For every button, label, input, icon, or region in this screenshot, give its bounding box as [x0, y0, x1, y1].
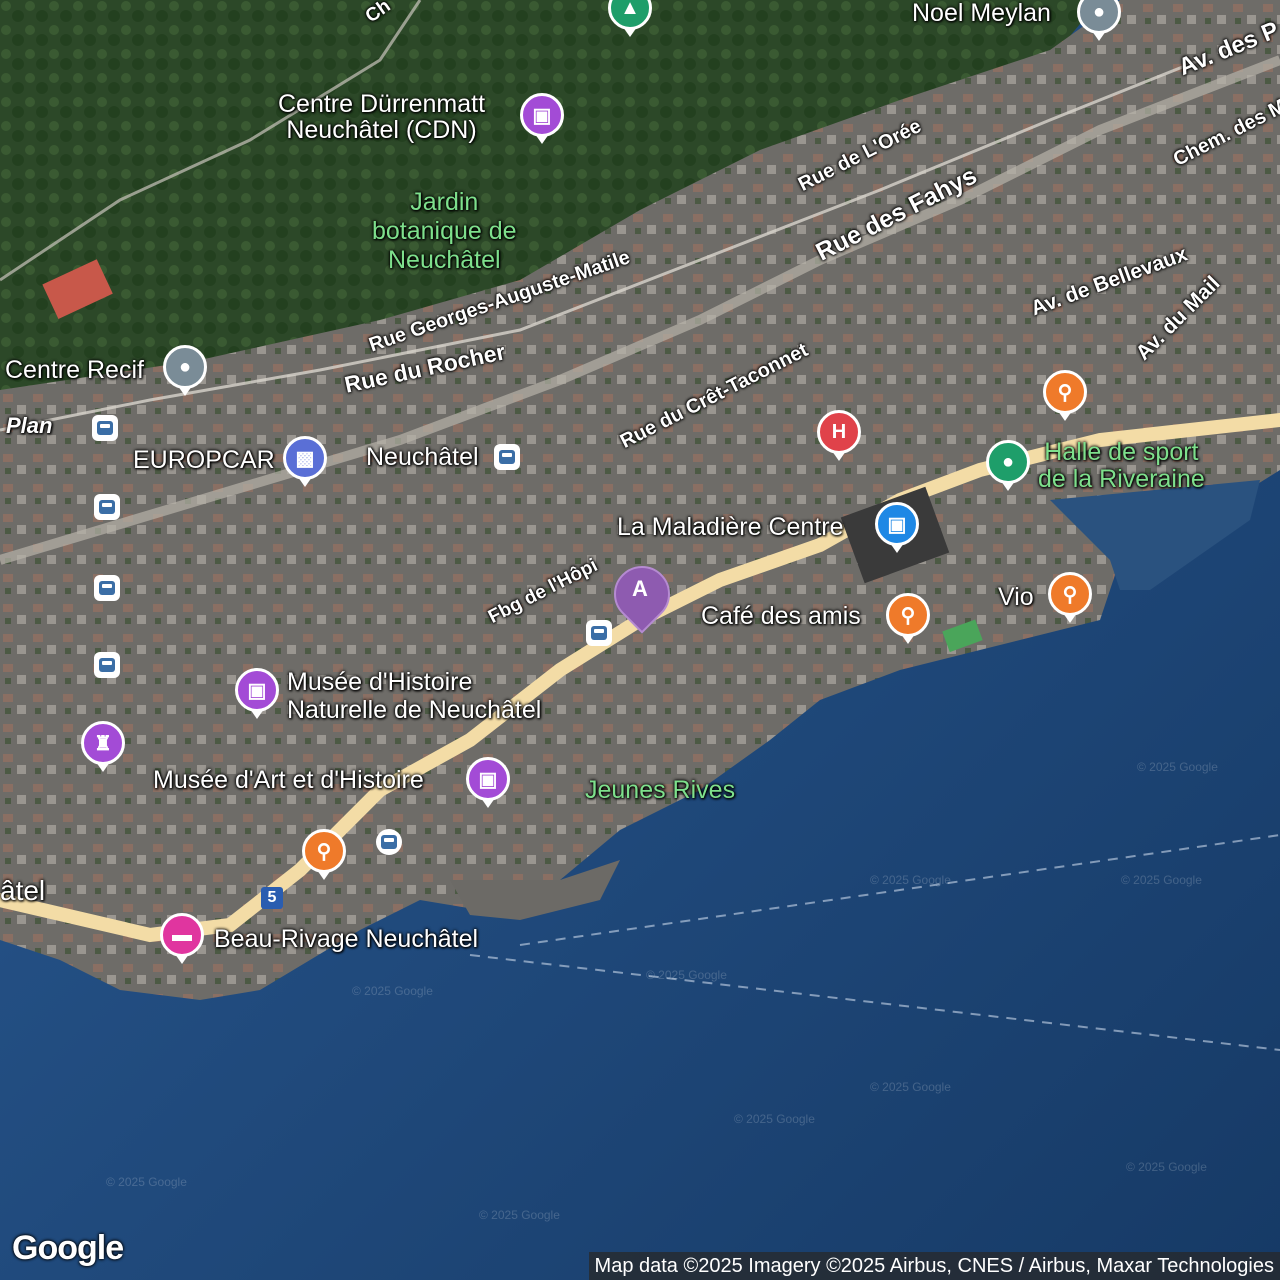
ferry-icon[interactable] [376, 829, 402, 855]
watermark: © 2025 Google [734, 1112, 815, 1126]
watermark: © 2025 Google [646, 968, 727, 982]
poi-label-noel-meylan[interactable]: Noel Meylan [912, 0, 1051, 26]
bed-icon[interactable]: ▬ [160, 913, 204, 964]
watermark: © 2025 Google [106, 1175, 187, 1189]
poi-label-musee-art[interactable]: Musée d'Art et d'Histoire [153, 767, 424, 793]
watermark: © 2025 Google [352, 984, 433, 998]
route-shield: 5 [261, 887, 283, 909]
train-icon[interactable] [586, 620, 612, 646]
shopping-bag-icon[interactable]: ▣ [875, 502, 919, 553]
poi-label-europcar[interactable]: EUROPCAR [133, 447, 275, 473]
poi-label-plan[interactable]: Plan [6, 413, 52, 439]
poi-label-atel: âtel [0, 875, 46, 906]
google-logo: Google [12, 1229, 124, 1267]
car-icon[interactable]: ▩ [283, 436, 327, 487]
museum-icon[interactable]: ▣ [520, 93, 564, 144]
train-icon[interactable] [94, 575, 120, 601]
hospital-icon[interactable]: H [817, 410, 861, 461]
train-icon[interactable] [494, 444, 520, 470]
poi-label-halle-sport[interactable]: Halle de sport de la Riveraine [1038, 439, 1205, 493]
fork-knife-icon[interactable]: ⚲ [1043, 370, 1087, 421]
fork-knife-icon[interactable]: ⚲ [1048, 572, 1092, 623]
poi-label-beau-rivage[interactable]: Beau-Rivage Neuchâtel [214, 926, 478, 952]
train-icon[interactable] [94, 494, 120, 520]
poi-label-maladiere[interactable]: La Maladière Centre [617, 514, 844, 540]
pin-icon[interactable]: ● [163, 345, 207, 396]
watermark: © 2025 Google [870, 1080, 951, 1094]
watermark: © 2025 Google [1121, 873, 1202, 887]
poi-label-musee-histoire-naturelle[interactable]: Musée d'Histoire Naturelle de Neuchâtel [287, 668, 541, 724]
train-icon[interactable] [94, 652, 120, 678]
museum-icon[interactable]: ▣ [466, 757, 510, 808]
castle-icon[interactable]: ♜ [81, 721, 125, 772]
watermark: © 2025 Google [1126, 1160, 1207, 1174]
fork-knife-icon[interactable]: ⚲ [886, 593, 930, 644]
watermark: © 2025 Google [1137, 760, 1218, 774]
map-attribution[interactable]: Map data ©2025 Imagery ©2025 Airbus, CNE… [588, 1252, 1280, 1280]
watermark: © 2025 Google [479, 1208, 560, 1222]
poi-label-jeunes-rives[interactable]: Jeunes Rives [585, 777, 735, 803]
poi-label-cafe-amis[interactable]: Café des amis [701, 603, 861, 629]
tree-icon[interactable]: ● [986, 440, 1030, 491]
selected-marker-label: A [632, 576, 648, 601]
fork-knife-icon[interactable]: ⚲ [302, 829, 346, 880]
poi-label-neuchatel-station[interactable]: Neuchâtel [366, 444, 479, 470]
poi-label-jardin-botanique[interactable]: Jardin botanique de Neuchâtel [372, 188, 517, 275]
watermark: © 2025 Google [870, 873, 951, 887]
train-icon[interactable] [92, 415, 118, 441]
satellite-map[interactable] [0, 0, 1280, 1280]
poi-label-vio[interactable]: Vio [998, 584, 1034, 610]
museum-icon[interactable]: ▣ [235, 668, 279, 719]
poi-label-centre-recif[interactable]: Centre Recif [5, 357, 144, 383]
poi-label-centre-durrenmatt[interactable]: Centre Dürrenmatt Neuchâtel (CDN) [278, 91, 485, 143]
